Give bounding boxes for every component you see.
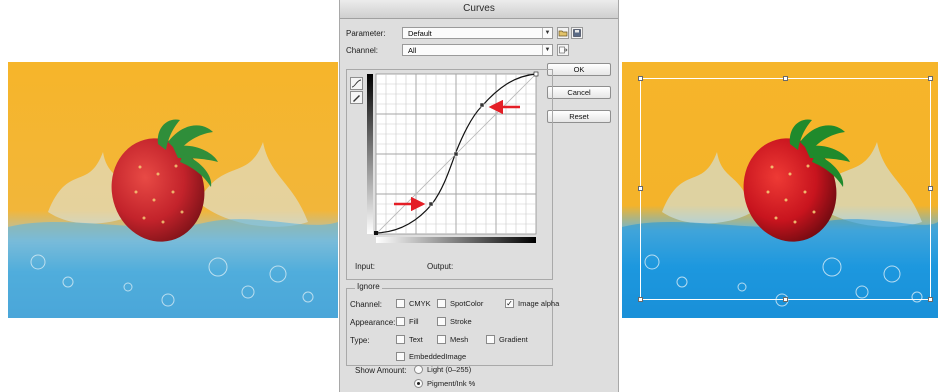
curve-graph[interactable]	[364, 70, 544, 250]
curve-tool-icon[interactable]	[350, 77, 363, 90]
parameter-select[interactable]: Default ▼	[402, 27, 553, 39]
output-gradient-bar	[367, 74, 373, 234]
parameter-value: Default	[408, 29, 432, 38]
checkbox-box[interactable]	[396, 352, 405, 361]
cancel-button[interactable]: Cancel	[547, 86, 611, 99]
output-label: Output:	[427, 262, 454, 271]
ignore-channel-label: Channel:	[350, 300, 383, 309]
original-image	[8, 62, 338, 318]
selection-handle-ml[interactable]	[638, 186, 643, 191]
channel-value: All	[408, 46, 417, 55]
curve-point-highlights	[479, 102, 485, 108]
chevron-down-icon: ▼	[542, 45, 552, 55]
radio-label: Pigment/Ink %	[427, 379, 476, 388]
selection-handle-bm[interactable]	[783, 297, 788, 302]
checkbox-box[interactable]	[396, 317, 405, 326]
checkbox-box[interactable]	[437, 317, 446, 326]
radio-button-selected[interactable]	[414, 379, 423, 388]
dialog-title: Curves	[340, 0, 618, 19]
embedded-image-checkbox[interactable]: EmbeddedImage	[396, 352, 466, 361]
show-amount-label: Show Amount:	[355, 366, 407, 375]
checkbox-label: Fill	[409, 317, 419, 326]
checkbox-label: EmbeddedImage	[409, 352, 467, 361]
radio-label: Light (0–255)	[427, 365, 472, 374]
selection-handle-bl[interactable]	[638, 297, 643, 302]
checkbox-label: CMYK	[409, 299, 431, 308]
ignore-legend: Ignore	[355, 282, 382, 291]
checkbox-label: Stroke	[450, 317, 472, 326]
checkbox-label: Text	[409, 335, 423, 344]
checkbox-label: Mesh	[450, 335, 469, 344]
spotcolor-checkbox[interactable]: SpotColor	[437, 299, 483, 308]
selection-handle-tl[interactable]	[638, 76, 643, 81]
checkbox-box[interactable]	[396, 299, 405, 308]
curve-point-midtones	[453, 151, 459, 157]
mesh-checkbox[interactable]: Mesh	[437, 335, 468, 344]
checkbox-box[interactable]	[437, 299, 446, 308]
result-image	[622, 62, 938, 318]
checkbox-label: SpotColor	[450, 299, 484, 308]
checkbox-box[interactable]	[396, 335, 405, 344]
input-label: Input:	[355, 262, 376, 271]
pencil-tool-icon[interactable]	[350, 91, 363, 104]
curve-point-end	[533, 71, 539, 77]
selection-handle-tm[interactable]	[783, 76, 788, 81]
light-radio[interactable]: Light (0–255)	[414, 365, 471, 374]
checkbox-box[interactable]	[437, 335, 446, 344]
text-checkbox[interactable]: Text	[396, 335, 423, 344]
folder-open-icon[interactable]	[557, 27, 569, 39]
checkbox-label: Image alpha	[518, 299, 560, 308]
image-alpha-checkbox[interactable]: ✓ Image alpha	[505, 299, 559, 308]
stroke-checkbox[interactable]: Stroke	[437, 317, 472, 326]
ignore-type-label: Type:	[350, 336, 370, 345]
parameter-label: Parameter:	[346, 29, 386, 38]
checkbox-box-checked[interactable]: ✓	[505, 299, 514, 308]
curve-point-shadows	[428, 201, 434, 207]
curve-point-start	[374, 231, 378, 235]
fill-checkbox[interactable]: Fill	[396, 317, 419, 326]
reset-button[interactable]: Reset	[547, 110, 611, 123]
ok-button[interactable]: OK	[547, 63, 611, 76]
save-icon[interactable]	[571, 27, 583, 39]
selection-handle-br[interactable]	[928, 297, 933, 302]
selection-handle-tr[interactable]	[928, 76, 933, 81]
input-gradient-bar	[376, 237, 536, 243]
ignore-appearance-label: Appearance:	[350, 318, 396, 327]
chevron-down-icon: ▼	[542, 28, 552, 38]
cmyk-checkbox[interactable]: CMYK	[396, 299, 431, 308]
channel-label: Channel:	[346, 46, 379, 55]
checkbox-label: Gradient	[499, 335, 528, 344]
selection-handle-mr[interactable]	[928, 186, 933, 191]
checkbox-box[interactable]	[486, 335, 495, 344]
gradient-checkbox[interactable]: Gradient	[486, 335, 528, 344]
radio-button[interactable]	[414, 365, 423, 374]
channel-select[interactable]: All ▼	[402, 44, 553, 56]
pigment-radio[interactable]: Pigment/Ink %	[414, 379, 475, 388]
channel-options-icon[interactable]	[557, 44, 569, 56]
